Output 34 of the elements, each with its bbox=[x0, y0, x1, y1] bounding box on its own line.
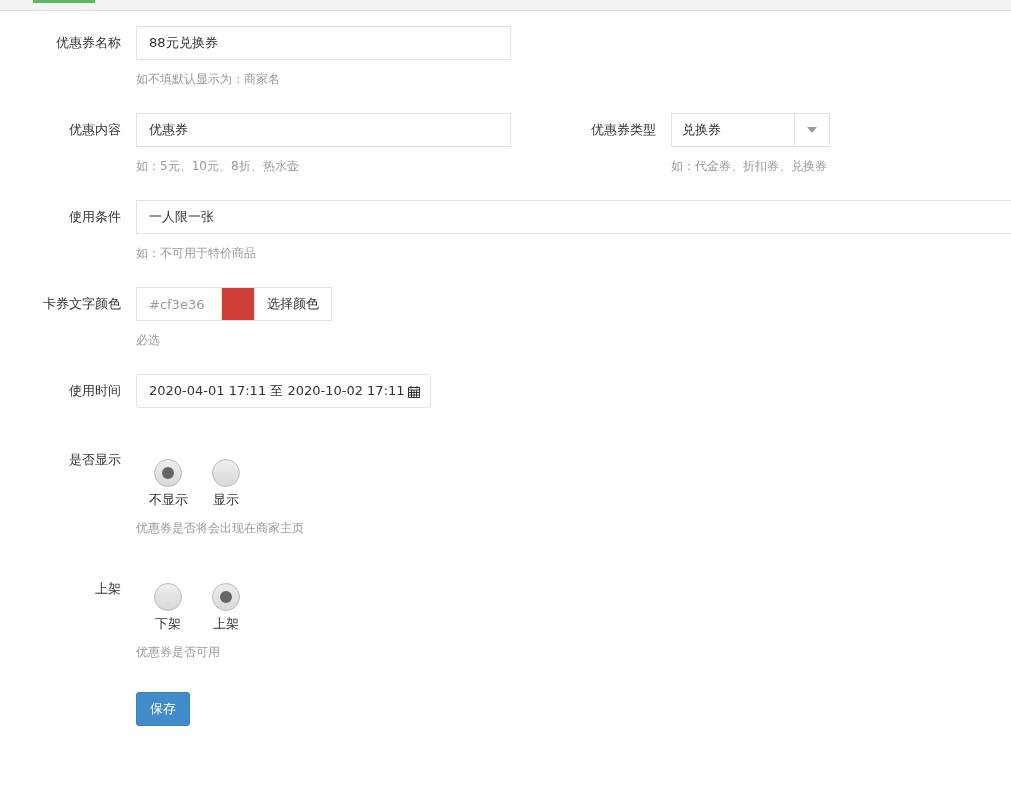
hint-text: 优惠券是否可用 bbox=[136, 644, 221, 660]
pick-color-button[interactable]: 选择颜色 bbox=[255, 287, 332, 321]
calendar-icon bbox=[407, 384, 420, 398]
active-tab-indicator bbox=[33, 0, 95, 3]
field-label: 优惠券类型 bbox=[591, 121, 656, 139]
radio-button[interactable] bbox=[212, 583, 240, 611]
hint-text: 如：不可用于特价商品 bbox=[136, 245, 257, 261]
radio-button[interactable] bbox=[154, 459, 182, 487]
save-button[interactable]: 保存 bbox=[136, 692, 190, 726]
type-select[interactable]: 兑换券 bbox=[671, 113, 830, 147]
hint-text: 如不填默认显示为：商家名 bbox=[136, 71, 281, 87]
caret-icon bbox=[807, 127, 817, 133]
hint-text: 如：5元、10元、8折、热水壶 bbox=[136, 158, 300, 174]
date-range-field[interactable]: 2020-04-01 17:11 至 2020-10-02 17:11 bbox=[136, 374, 431, 408]
radio-button[interactable] bbox=[154, 583, 182, 611]
field-label: 优惠内容 bbox=[68, 121, 121, 139]
hint-text: 如：代金券、折扣券、兑换券 bbox=[671, 158, 828, 174]
field-label: 使用时间 bbox=[68, 382, 121, 400]
input-field[interactable]: 88元兑换券 bbox=[136, 26, 511, 60]
radio-label: 显示 bbox=[213, 491, 239, 509]
field-label: 使用条件 bbox=[68, 208, 121, 226]
field-label: 优惠券名称 bbox=[55, 34, 121, 52]
input-field[interactable]: 优惠券 bbox=[136, 113, 511, 147]
field-label: 卡券文字颜色 bbox=[42, 295, 121, 313]
input-field[interactable]: 一人限一张 bbox=[136, 200, 1011, 234]
hint-text: 必选 bbox=[136, 332, 161, 348]
color-input[interactable]: #cf3e36 bbox=[136, 287, 221, 321]
radio-label: 下架 bbox=[155, 615, 181, 633]
field-label: 是否显示 bbox=[68, 451, 121, 469]
field-label: 上架 bbox=[94, 580, 121, 598]
radio-label: 不显示 bbox=[148, 491, 188, 509]
hint-text: 优惠券是否将会出现在商家主页 bbox=[136, 520, 305, 536]
radio-button[interactable] bbox=[212, 459, 240, 487]
radio-label: 上架 bbox=[213, 615, 239, 633]
